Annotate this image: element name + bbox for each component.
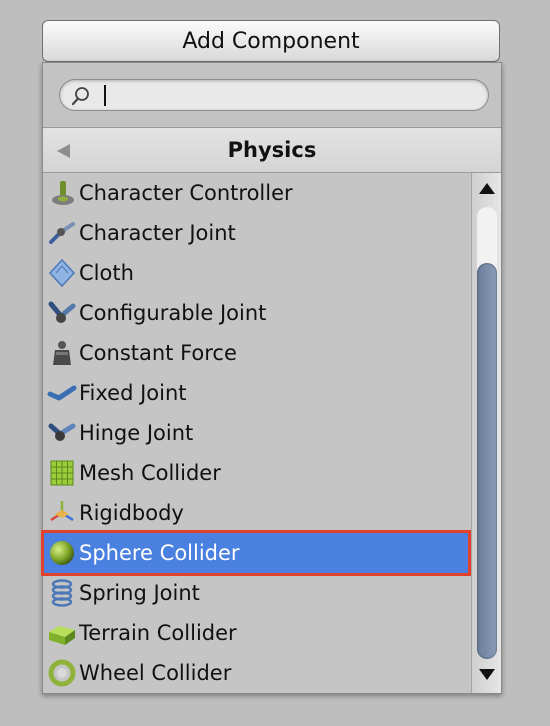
- spring-joint-icon: [51, 579, 73, 607]
- text-cursor: [104, 85, 106, 106]
- sphere-collider-icon: [50, 541, 74, 565]
- list-item[interactable]: Cloth: [43, 253, 471, 293]
- list-item-label: Rigidbody: [79, 501, 184, 525]
- list-item-label: Constant Force: [79, 341, 237, 365]
- list-item-label: Wheel Collider: [79, 661, 232, 685]
- terrain-collider-icon: [49, 626, 75, 645]
- list-item[interactable]: Spring Joint: [43, 573, 471, 613]
- configurable-joint-icon: [48, 301, 76, 323]
- add-component-popup: Physics Character Controller Character J…: [41, 62, 502, 694]
- list-item[interactable]: Wheel Collider: [43, 653, 471, 693]
- scroll-up-arrow-icon[interactable]: [479, 183, 495, 194]
- mesh-collider-icon: [50, 460, 74, 486]
- category-title: Physics: [227, 138, 317, 162]
- list-item[interactable]: Rigidbody: [43, 493, 471, 533]
- wheel-collider-icon: [48, 659, 76, 687]
- character-joint-icon: [49, 222, 75, 244]
- constant-force-icon: [53, 341, 71, 365]
- list-item-label: Character Joint: [79, 221, 236, 245]
- character-controller-icon: [52, 181, 74, 205]
- list-item[interactable]: Character Controller: [43, 173, 471, 213]
- search-field[interactable]: [59, 79, 489, 111]
- list-item-label: Hinge Joint: [79, 421, 194, 445]
- list-item[interactable]: Mesh Collider: [43, 453, 471, 493]
- list-item[interactable]: Configurable Joint: [43, 293, 471, 333]
- add-component-button[interactable]: Add Component: [42, 20, 500, 62]
- category-header: Physics: [43, 127, 501, 173]
- list-item[interactable]: Hinge Joint: [43, 413, 471, 453]
- list-item-label: Cloth: [79, 261, 134, 285]
- list-item-label: Fixed Joint: [79, 381, 187, 405]
- list-item[interactable]: Character Joint: [43, 213, 471, 253]
- list-item-label: Terrain Collider: [79, 621, 237, 645]
- list-item[interactable]: Constant Force: [43, 333, 471, 373]
- list-item[interactable]: Fixed Joint: [43, 373, 471, 413]
- add-component-label: Add Component: [182, 28, 360, 54]
- rigidbody-icon: [50, 501, 74, 522]
- list-item-label: Character Controller: [79, 181, 293, 205]
- hinge-joint-icon: [48, 423, 76, 441]
- list-item-label: Mesh Collider: [79, 461, 221, 485]
- component-list: Character Controller Character Joint Clo…: [41, 173, 471, 693]
- search-area: [43, 63, 501, 127]
- list-item[interactable]: Terrain Collider: [43, 613, 471, 653]
- list-item-label: Sphere Collider: [79, 541, 240, 565]
- scroll-down-arrow-icon[interactable]: [479, 669, 495, 680]
- list-item-label: Spring Joint: [79, 581, 200, 605]
- list-item-label: Configurable Joint: [79, 301, 267, 325]
- search-icon: [71, 87, 89, 106]
- fixed-joint-icon: [47, 385, 77, 401]
- scroll-thumb[interactable]: [477, 263, 497, 659]
- cloth-icon: [48, 258, 76, 288]
- vertical-scrollbar[interactable]: [471, 173, 501, 693]
- list-item-selected[interactable]: Sphere Collider: [43, 533, 471, 573]
